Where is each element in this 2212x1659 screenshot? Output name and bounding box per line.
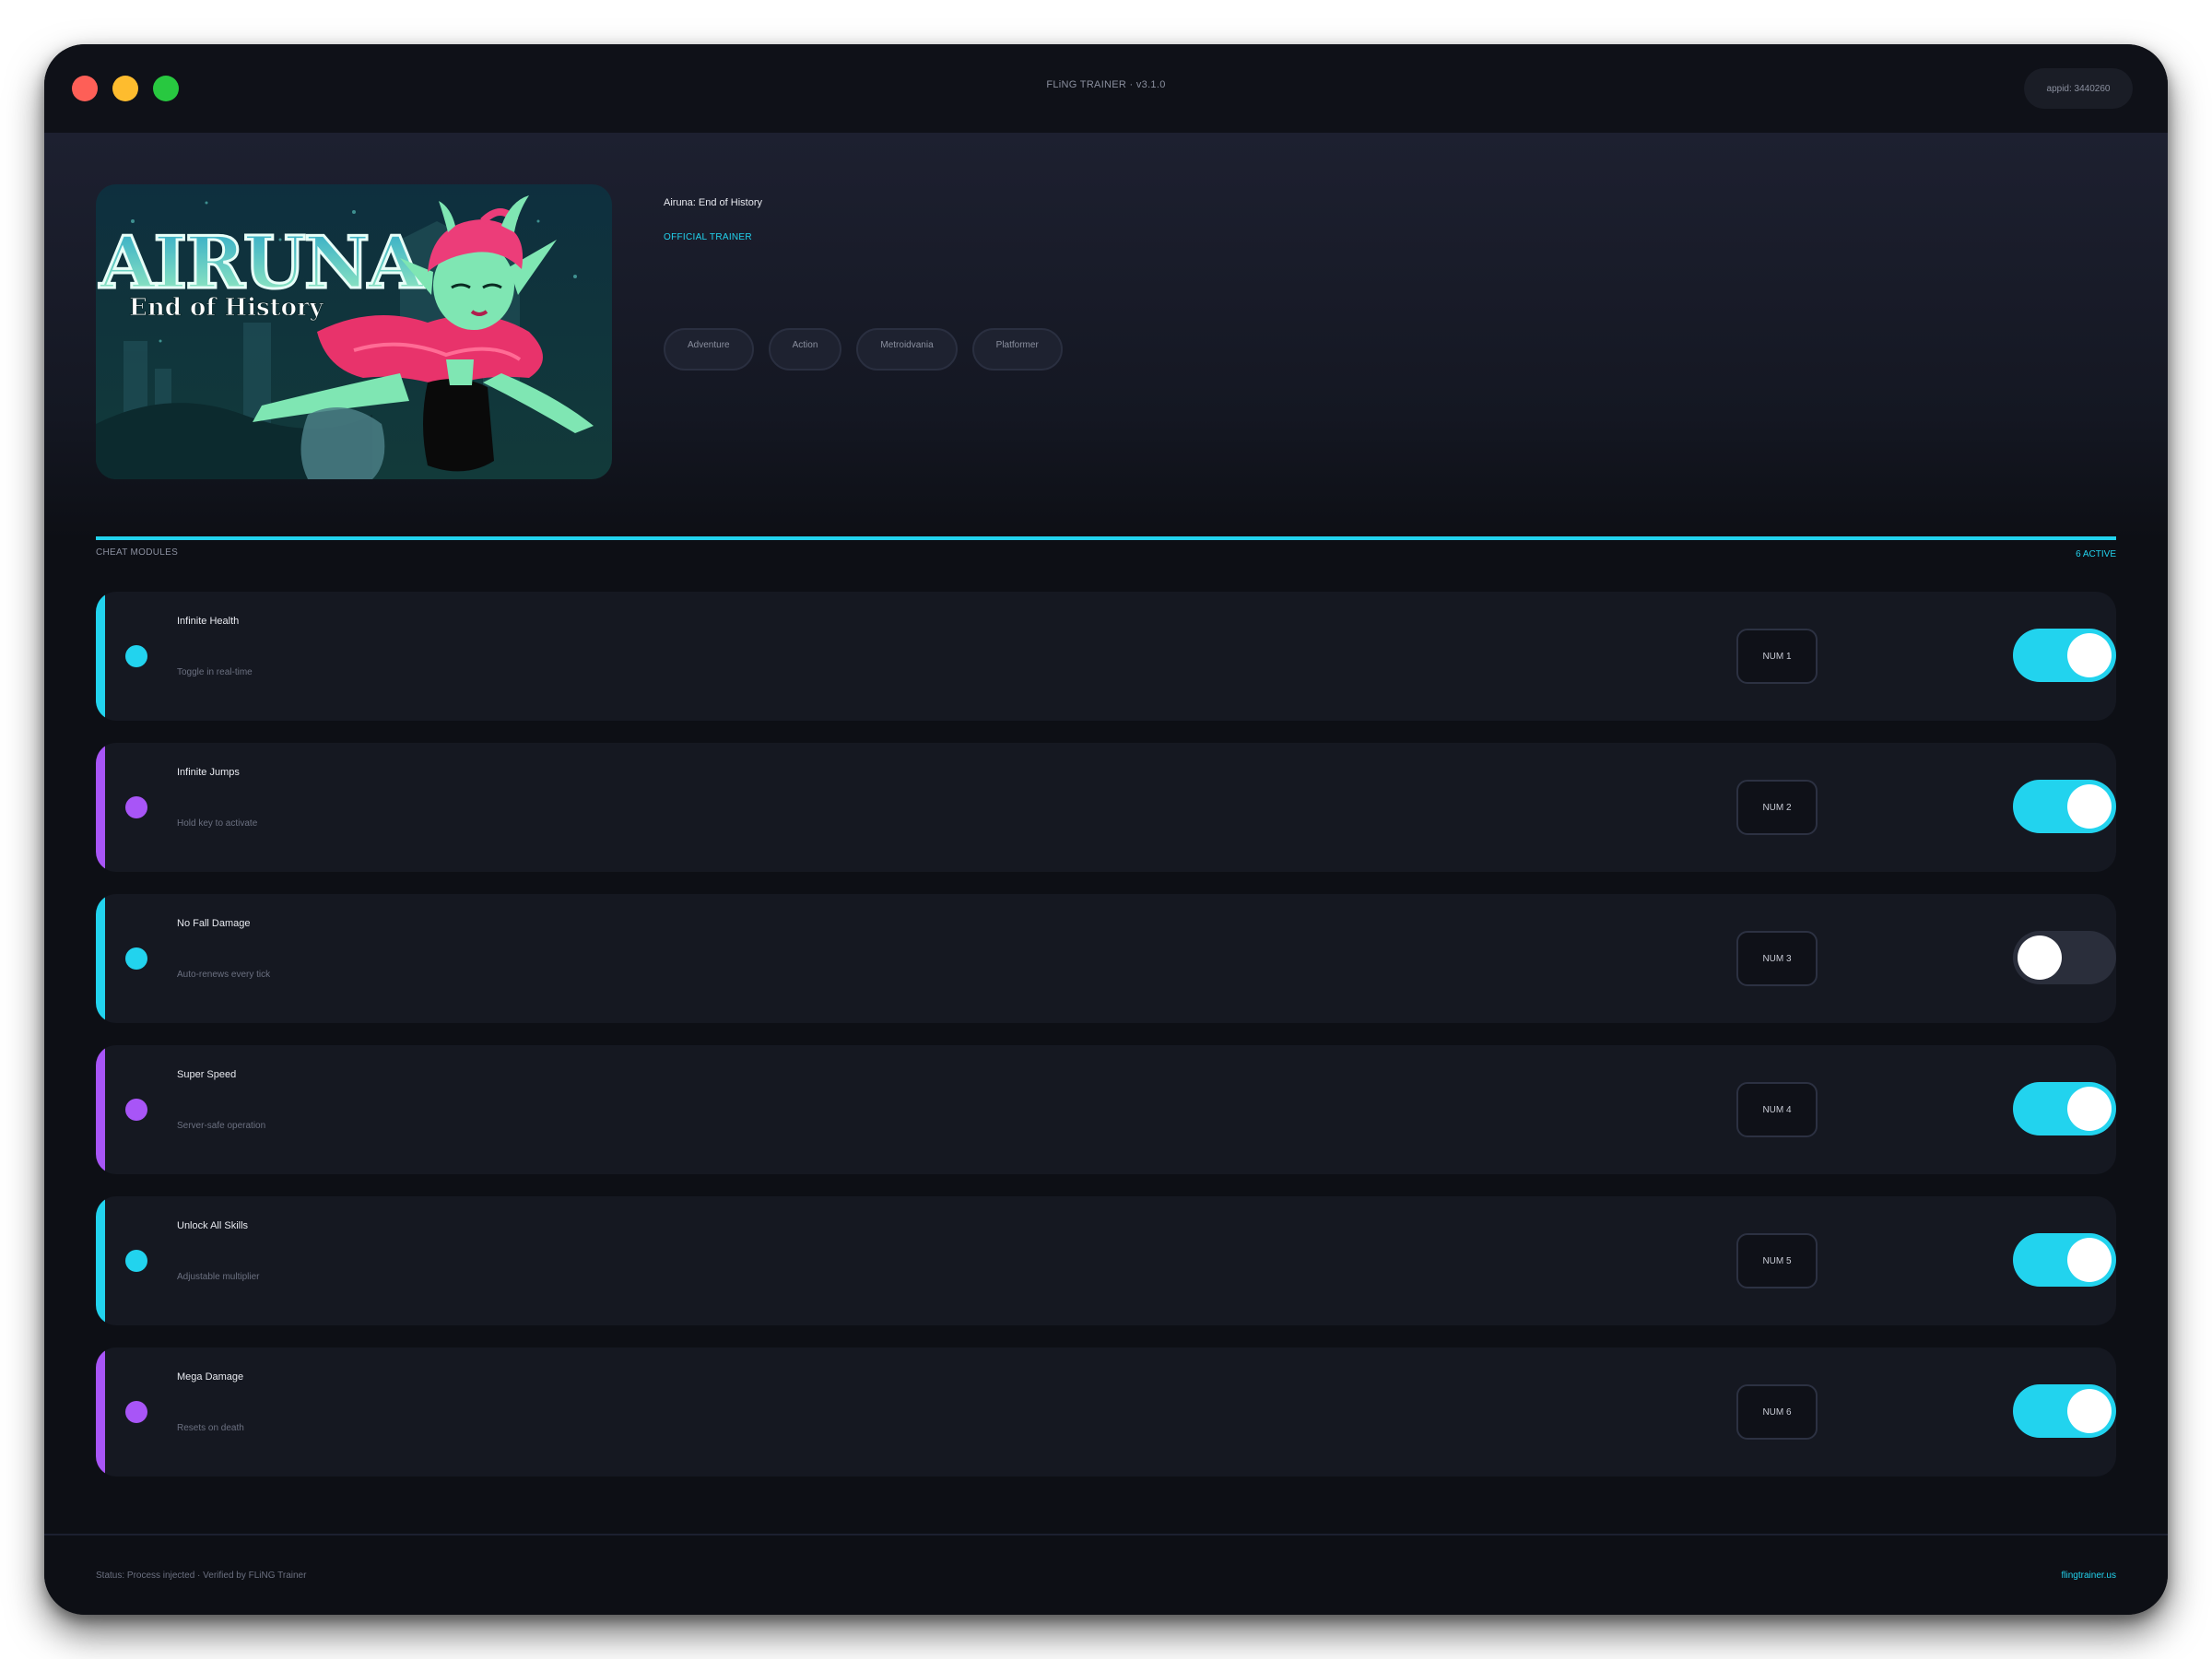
hotkey-badge[interactable]: NUM 3 bbox=[1736, 931, 1818, 986]
title-bar: FLiNG TRAINER · v3.1.0 appid: 3440260 bbox=[44, 44, 2168, 135]
module-description: Toggle in real-time bbox=[177, 667, 253, 677]
module-accent-bar bbox=[96, 1045, 105, 1174]
trainer-window: FLiNG TRAINER · v3.1.0 appid: 3440260 AI… bbox=[44, 44, 2168, 1615]
module-accent-bar bbox=[96, 592, 105, 721]
game-cover-image: AIRUNA End of History bbox=[96, 184, 612, 479]
cheat-module: Unlock All Skills Adjustable multiplier … bbox=[96, 1196, 2116, 1325]
toggle-knob bbox=[2018, 935, 2062, 980]
module-description: Auto-renews every tick bbox=[177, 970, 271, 980]
section-divider bbox=[96, 536, 2116, 540]
status-footer: Status: Process injected · Verified by F… bbox=[44, 1534, 2168, 1615]
module-toggle[interactable] bbox=[2013, 931, 2116, 984]
hotkey-badge[interactable]: NUM 6 bbox=[1736, 1384, 1818, 1440]
status-text: Status: Process injected · Verified by F… bbox=[96, 1571, 307, 1581]
module-accent-bar bbox=[96, 1347, 105, 1477]
tag-platformer[interactable]: Platformer bbox=[971, 328, 1063, 371]
app-title: FLiNG TRAINER · v3.1.0 bbox=[1046, 79, 1166, 90]
status-dot-icon bbox=[125, 1250, 147, 1272]
cover-logo-title: AIRUNA bbox=[99, 221, 425, 305]
tag-metroidvania[interactable]: Metroidvania bbox=[856, 328, 958, 371]
status-dot-icon bbox=[125, 796, 147, 818]
website-link[interactable]: flingtrainer.us bbox=[2062, 1571, 2116, 1581]
status-dot-icon bbox=[125, 1401, 147, 1423]
module-toggle[interactable] bbox=[2013, 1384, 2116, 1438]
module-name: Super Speed bbox=[177, 1069, 237, 1080]
appid-badge: appid: 3440260 bbox=[2024, 68, 2133, 109]
toggle-knob bbox=[2067, 1389, 2112, 1433]
active-count: 6 ACTIVE bbox=[2076, 549, 2116, 559]
module-toggle[interactable] bbox=[2013, 629, 2116, 682]
cover-logo-subtitle: End of History bbox=[129, 294, 324, 322]
section-title: CHEAT MODULES bbox=[96, 547, 179, 558]
hotkey-badge[interactable]: NUM 4 bbox=[1736, 1082, 1818, 1137]
status-dot-icon bbox=[125, 645, 147, 667]
module-name: Unlock All Skills bbox=[177, 1220, 249, 1231]
module-accent-bar bbox=[96, 1196, 105, 1325]
hotkey-badge[interactable]: NUM 2 bbox=[1736, 780, 1818, 835]
module-name: Mega Damage bbox=[177, 1371, 244, 1382]
module-toggle[interactable] bbox=[2013, 780, 2116, 833]
tag-action[interactable]: Action bbox=[768, 328, 842, 371]
module-toggle[interactable] bbox=[2013, 1082, 2116, 1135]
genre-tags: Adventure Action Metroidvania Platformer bbox=[664, 328, 1063, 371]
module-description: Hold key to activate bbox=[177, 818, 258, 829]
module-name: Infinite Health bbox=[177, 616, 240, 627]
toggle-knob bbox=[2067, 784, 2112, 829]
hotkey-badge[interactable]: NUM 5 bbox=[1736, 1233, 1818, 1288]
toggle-knob bbox=[2067, 633, 2112, 677]
cheat-module: Infinite Jumps Hold key to activate NUM … bbox=[96, 743, 2116, 872]
module-description: Adjustable multiplier bbox=[177, 1272, 260, 1282]
module-description: Server-safe operation bbox=[177, 1121, 266, 1131]
status-dot-icon bbox=[125, 947, 147, 970]
module-toggle[interactable] bbox=[2013, 1233, 2116, 1287]
status-dot-icon bbox=[125, 1099, 147, 1121]
toggle-knob bbox=[2067, 1238, 2112, 1282]
cheat-module: No Fall Damage Auto-renews every tick NU… bbox=[96, 894, 2116, 1023]
tag-adventure[interactable]: Adventure bbox=[664, 328, 754, 371]
toggle-knob bbox=[2067, 1087, 2112, 1131]
game-title: Airuna: End of History bbox=[664, 197, 762, 208]
cheat-module: Mega Damage Resets on death NUM 6 bbox=[96, 1347, 2116, 1477]
module-description: Resets on death bbox=[177, 1423, 244, 1433]
cheat-module: Infinite Health Toggle in real-time NUM … bbox=[96, 592, 2116, 721]
hotkey-badge[interactable]: NUM 1 bbox=[1736, 629, 1818, 684]
cheat-module: Super Speed Server-safe operation NUM 4 bbox=[96, 1045, 2116, 1174]
module-accent-bar bbox=[96, 743, 105, 872]
module-name: No Fall Damage bbox=[177, 918, 251, 929]
game-header: AIRUNA End of History Airuna: End of His… bbox=[44, 133, 2168, 538]
module-accent-bar bbox=[96, 894, 105, 1023]
module-name: Infinite Jumps bbox=[177, 767, 240, 778]
official-trainer-badge: OFFICIAL TRAINER bbox=[664, 232, 752, 242]
